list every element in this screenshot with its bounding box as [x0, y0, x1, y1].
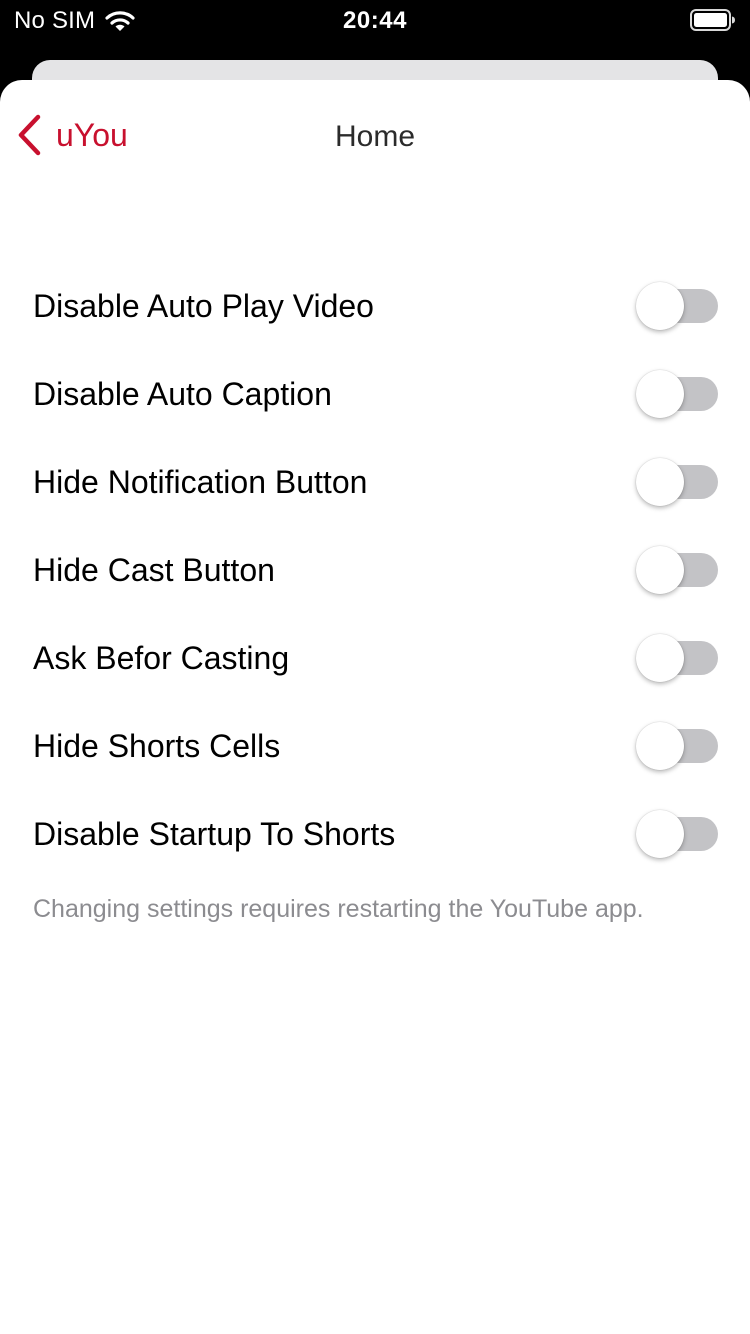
- setting-label: Disable Auto Play Video: [33, 287, 374, 324]
- toggle-knob: [636, 810, 684, 858]
- setting-row-disable-auto-play-video: Disable Auto Play Video: [0, 262, 750, 350]
- settings-list: Disable Auto Play Video Disable Auto Cap…: [0, 262, 750, 878]
- setting-row-disable-auto-caption: Disable Auto Caption: [0, 350, 750, 438]
- toggle-hide-cast-button[interactable]: [636, 546, 718, 594]
- setting-label: Hide Cast Button: [33, 551, 275, 588]
- toggle-knob: [636, 546, 684, 594]
- setting-label: Disable Startup To Shorts: [33, 815, 396, 852]
- setting-row-hide-notification-button: Hide Notification Button: [0, 438, 750, 526]
- toggle-hide-notification-button[interactable]: [636, 458, 718, 506]
- toggle-disable-auto-play-video[interactable]: [636, 282, 718, 330]
- toggle-knob: [636, 370, 684, 418]
- toggle-ask-befor-casting[interactable]: [636, 634, 718, 682]
- setting-label: Hide Shorts Cells: [33, 727, 281, 764]
- settings-sheet: uYou Home Disable Auto Play Video Disabl…: [0, 80, 750, 1334]
- battery-icon: [690, 9, 735, 31]
- status-bar: No SIM 20:44: [0, 0, 750, 40]
- toggle-disable-startup-to-shorts[interactable]: [636, 810, 718, 858]
- setting-row-hide-shorts-cells: Hide Shorts Cells: [0, 702, 750, 790]
- toggle-hide-shorts-cells[interactable]: [636, 722, 718, 770]
- setting-label: Hide Notification Button: [33, 463, 368, 500]
- setting-label: Disable Auto Caption: [33, 375, 332, 412]
- setting-label: Ask Befor Casting: [33, 639, 290, 676]
- setting-row-disable-startup-to-shorts: Disable Startup To Shorts: [0, 790, 750, 878]
- page-title: Home: [334, 120, 416, 153]
- screen: No SIM 20:44 uYou Home Disable Auto Play…: [0, 0, 750, 1334]
- toggle-knob: [636, 722, 684, 770]
- setting-row-ask-befor-casting: Ask Befor Casting: [0, 614, 750, 702]
- toggle-knob: [636, 634, 684, 682]
- toggle-knob: [636, 282, 684, 330]
- toggle-disable-auto-caption[interactable]: [636, 370, 718, 418]
- setting-row-hide-cast-button: Hide Cast Button: [0, 526, 750, 614]
- toggle-knob: [636, 458, 684, 506]
- settings-footer-note: Changing settings requires restarting th…: [33, 895, 644, 923]
- navigation-bar: uYou Home: [0, 80, 750, 194]
- status-time: 20:44: [343, 7, 407, 34]
